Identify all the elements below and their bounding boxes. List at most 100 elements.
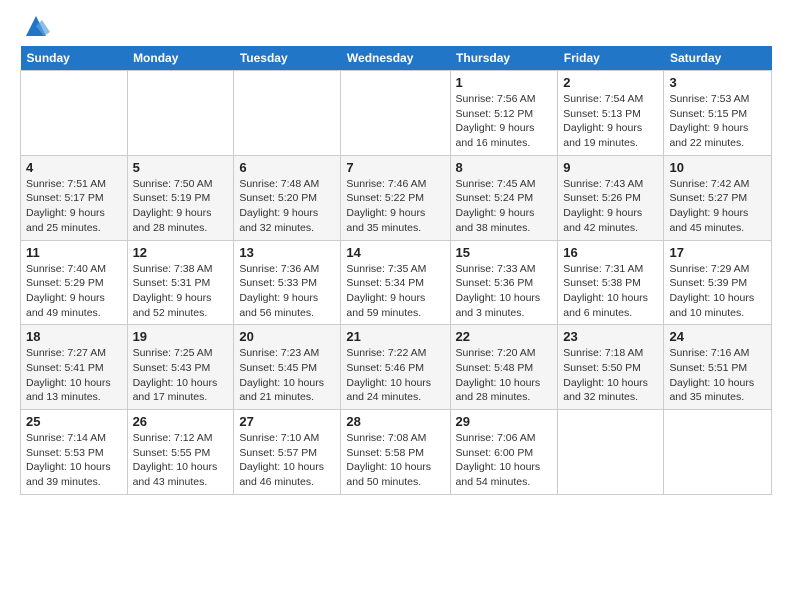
calendar-cell: 11 Sunrise: 7:40 AM Sunset: 5:29 PM Dayli… (21, 240, 128, 325)
day-number: 14 (346, 245, 444, 260)
calendar-cell: 23 Sunrise: 7:18 AM Sunset: 5:50 PM Dayli… (558, 325, 664, 410)
day-number: 29 (456, 414, 553, 429)
day-info: Sunrise: 7:35 AM Sunset: 5:34 PM Dayligh… (346, 262, 444, 321)
calendar-cell: 24 Sunrise: 7:16 AM Sunset: 5:51 PM Dayli… (664, 325, 772, 410)
day-number: 17 (669, 245, 766, 260)
calendar-cell (21, 71, 128, 156)
week-row-0: 1Sunrise: 7:56 AM Sunset: 5:12 PM Daylig… (21, 71, 772, 156)
day-info: Sunrise: 7:33 AM Sunset: 5:36 PM Dayligh… (456, 262, 553, 321)
calendar-cell: 7Sunrise: 7:46 AM Sunset: 5:22 PM Daylig… (341, 155, 450, 240)
calendar-cell: 16 Sunrise: 7:31 AM Sunset: 5:38 PM Dayli… (558, 240, 664, 325)
calendar-cell: 13 Sunrise: 7:36 AM Sunset: 5:33 PM Dayli… (234, 240, 341, 325)
calendar-cell: 12 Sunrise: 7:38 AM Sunset: 5:31 PM Dayli… (127, 240, 234, 325)
week-row-2: 11 Sunrise: 7:40 AM Sunset: 5:29 PM Dayli… (21, 240, 772, 325)
day-info: Sunrise: 7:56 AM Sunset: 5:12 PM Dayligh… (456, 92, 553, 151)
calendar-cell: 19Sunrise: 7:25 AM Sunset: 5:43 PM Dayli… (127, 325, 234, 410)
col-header-monday: Monday (127, 46, 234, 71)
day-info: Sunrise: 7:16 AM Sunset: 5:51 PM Dayligh… (669, 346, 766, 405)
col-header-tuesday: Tuesday (234, 46, 341, 71)
day-number: 13 (239, 245, 335, 260)
day-number: 7 (346, 160, 444, 175)
day-info: Sunrise: 7:48 AM Sunset: 5:20 PM Dayligh… (239, 177, 335, 236)
calendar-cell (127, 71, 234, 156)
calendar-cell: 22 Sunrise: 7:20 AM Sunset: 5:48 PM Dayli… (450, 325, 558, 410)
col-header-thursday: Thursday (450, 46, 558, 71)
calendar-header-row: SundayMondayTuesdayWednesdayThursdayFrid… (21, 46, 772, 71)
calendar-cell: 10 Sunrise: 7:42 AM Sunset: 5:27 PM Dayli… (664, 155, 772, 240)
col-header-sunday: Sunday (21, 46, 128, 71)
calendar-cell: 14 Sunrise: 7:35 AM Sunset: 5:34 PM Dayli… (341, 240, 450, 325)
day-info: Sunrise: 7:18 AM Sunset: 5:50 PM Dayligh… (563, 346, 658, 405)
day-number: 25 (26, 414, 122, 429)
day-info: Sunrise: 7:54 AM Sunset: 5:13 PM Dayligh… (563, 92, 658, 151)
day-number: 24 (669, 329, 766, 344)
col-header-wednesday: Wednesday (341, 46, 450, 71)
page: SundayMondayTuesdayWednesdayThursdayFrid… (0, 0, 792, 511)
day-number: 2 (563, 75, 658, 90)
day-info: Sunrise: 7:12 AM Sunset: 5:55 PM Dayligh… (133, 431, 229, 490)
day-info: Sunrise: 7:38 AM Sunset: 5:31 PM Dayligh… (133, 262, 229, 321)
calendar-cell: 21 Sunrise: 7:22 AM Sunset: 5:46 PM Dayli… (341, 325, 450, 410)
logo (20, 16, 50, 40)
day-info: Sunrise: 7:14 AM Sunset: 5:53 PM Dayligh… (26, 431, 122, 490)
day-number: 10 (669, 160, 766, 175)
calendar-cell: 18Sunrise: 7:27 AM Sunset: 5:41 PM Dayli… (21, 325, 128, 410)
day-number: 20 (239, 329, 335, 344)
day-number: 16 (563, 245, 658, 260)
calendar-cell (341, 71, 450, 156)
day-info: Sunrise: 7:20 AM Sunset: 5:48 PM Dayligh… (456, 346, 553, 405)
week-row-1: 4 Sunrise: 7:51 AM Sunset: 5:17 PM Daylig… (21, 155, 772, 240)
day-number: 6 (239, 160, 335, 175)
calendar-cell: 8 Sunrise: 7:45 AM Sunset: 5:24 PM Daylig… (450, 155, 558, 240)
calendar-cell: 26 Sunrise: 7:12 AM Sunset: 5:55 PM Dayli… (127, 410, 234, 495)
day-number: 23 (563, 329, 658, 344)
calendar-cell: 5 Sunrise: 7:50 AM Sunset: 5:19 PM Daylig… (127, 155, 234, 240)
day-info: Sunrise: 7:51 AM Sunset: 5:17 PM Dayligh… (26, 177, 122, 236)
calendar-table: SundayMondayTuesdayWednesdayThursdayFrid… (20, 46, 772, 495)
calendar-cell: 1Sunrise: 7:56 AM Sunset: 5:12 PM Daylig… (450, 71, 558, 156)
calendar-cell (664, 410, 772, 495)
day-info: Sunrise: 7:53 AM Sunset: 5:15 PM Dayligh… (669, 92, 766, 151)
day-number: 12 (133, 245, 229, 260)
calendar-cell: 2 Sunrise: 7:54 AM Sunset: 5:13 PM Daylig… (558, 71, 664, 156)
calendar-cell: 29 Sunrise: 7:06 AM Sunset: 6:00 PM Dayli… (450, 410, 558, 495)
calendar-cell: 25 Sunrise: 7:14 AM Sunset: 5:53 PM Dayli… (21, 410, 128, 495)
day-number: 3 (669, 75, 766, 90)
calendar-cell: 3 Sunrise: 7:53 AM Sunset: 5:15 PM Daylig… (664, 71, 772, 156)
week-row-3: 18Sunrise: 7:27 AM Sunset: 5:41 PM Dayli… (21, 325, 772, 410)
calendar-cell (234, 71, 341, 156)
day-number: 5 (133, 160, 229, 175)
calendar-cell: 9 Sunrise: 7:43 AM Sunset: 5:26 PM Daylig… (558, 155, 664, 240)
day-info: Sunrise: 7:42 AM Sunset: 5:27 PM Dayligh… (669, 177, 766, 236)
calendar-cell: 6 Sunrise: 7:48 AM Sunset: 5:20 PM Daylig… (234, 155, 341, 240)
col-header-friday: Friday (558, 46, 664, 71)
calendar-cell: 15 Sunrise: 7:33 AM Sunset: 5:36 PM Dayli… (450, 240, 558, 325)
day-number: 15 (456, 245, 553, 260)
col-header-saturday: Saturday (664, 46, 772, 71)
day-number: 21 (346, 329, 444, 344)
day-number: 4 (26, 160, 122, 175)
day-number: 18 (26, 329, 122, 344)
day-info: Sunrise: 7:36 AM Sunset: 5:33 PM Dayligh… (239, 262, 335, 321)
day-info: Sunrise: 7:50 AM Sunset: 5:19 PM Dayligh… (133, 177, 229, 236)
calendar-cell: 28Sunrise: 7:08 AM Sunset: 5:58 PM Dayli… (341, 410, 450, 495)
day-info: Sunrise: 7:08 AM Sunset: 5:58 PM Dayligh… (346, 431, 444, 490)
week-row-4: 25 Sunrise: 7:14 AM Sunset: 5:53 PM Dayli… (21, 410, 772, 495)
day-number: 8 (456, 160, 553, 175)
calendar-cell: 20 Sunrise: 7:23 AM Sunset: 5:45 PM Dayli… (234, 325, 341, 410)
day-number: 22 (456, 329, 553, 344)
calendar-cell (558, 410, 664, 495)
day-number: 9 (563, 160, 658, 175)
day-info: Sunrise: 7:43 AM Sunset: 5:26 PM Dayligh… (563, 177, 658, 236)
day-number: 26 (133, 414, 229, 429)
day-info: Sunrise: 7:22 AM Sunset: 5:46 PM Dayligh… (346, 346, 444, 405)
calendar-cell: 17Sunrise: 7:29 AM Sunset: 5:39 PM Dayli… (664, 240, 772, 325)
day-number: 11 (26, 245, 122, 260)
day-number: 19 (133, 329, 229, 344)
day-info: Sunrise: 7:40 AM Sunset: 5:29 PM Dayligh… (26, 262, 122, 321)
day-info: Sunrise: 7:06 AM Sunset: 6:00 PM Dayligh… (456, 431, 553, 490)
day-info: Sunrise: 7:23 AM Sunset: 5:45 PM Dayligh… (239, 346, 335, 405)
day-info: Sunrise: 7:31 AM Sunset: 5:38 PM Dayligh… (563, 262, 658, 321)
day-info: Sunrise: 7:45 AM Sunset: 5:24 PM Dayligh… (456, 177, 553, 236)
logo-icon (22, 12, 50, 40)
